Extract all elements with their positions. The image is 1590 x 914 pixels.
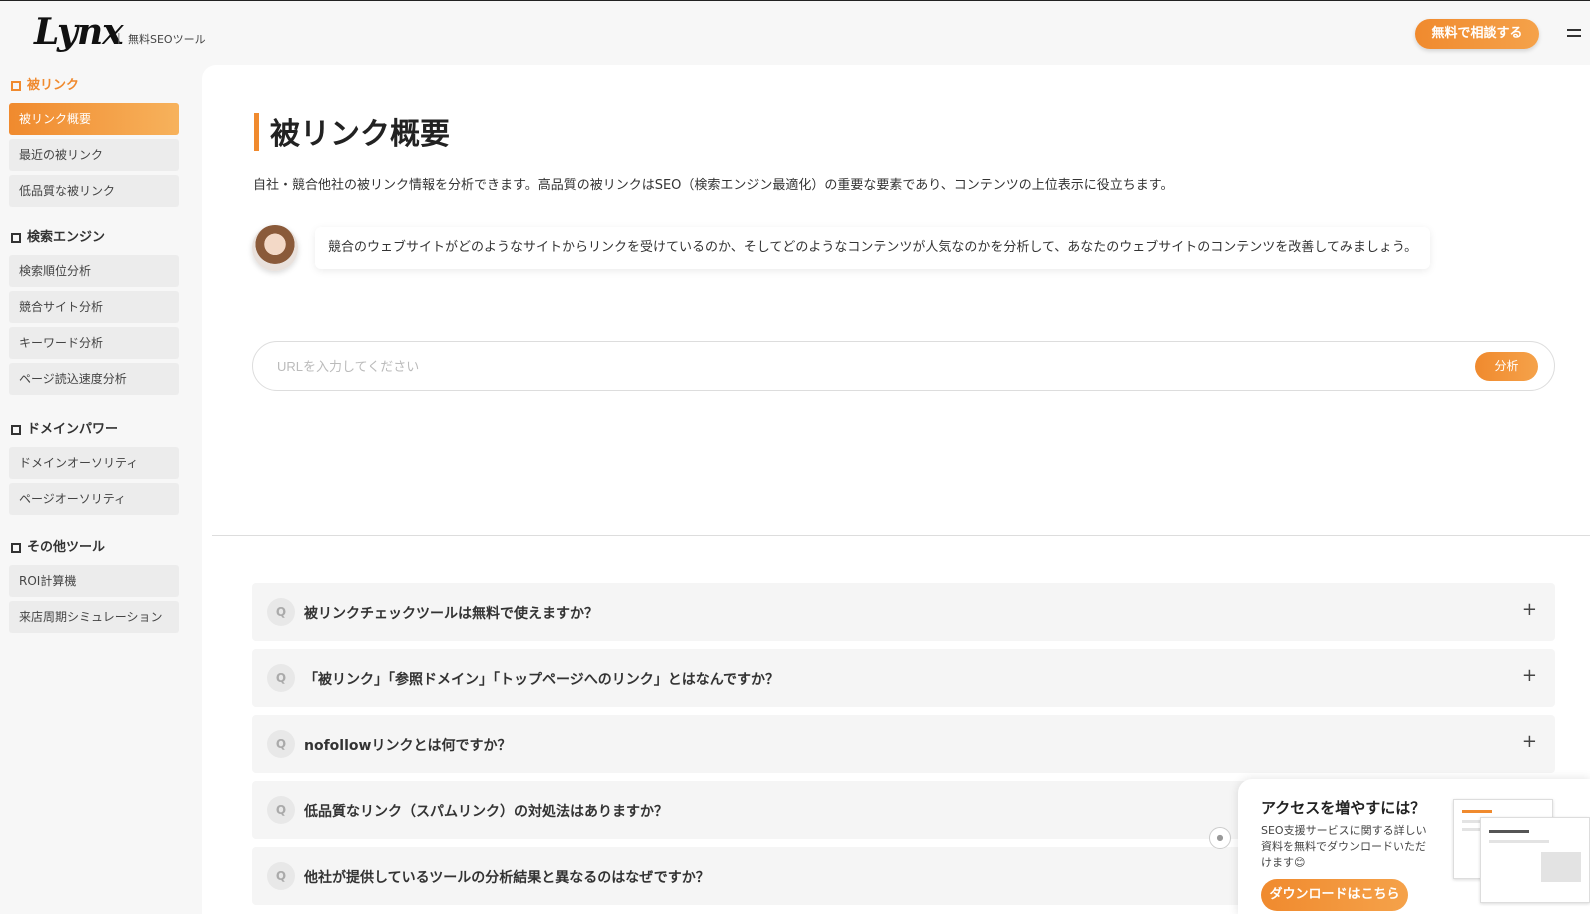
sidebar-section-title: その他ツール — [27, 540, 106, 555]
sidebar-item-backlink-overview[interactable]: 被リンク概要 — [9, 103, 179, 135]
sidebar-section-title: 被リンク — [27, 78, 80, 93]
sidebar-item-page-speed[interactable]: ページ読込速度分析 — [9, 363, 179, 395]
sidebar-item-competitor-analysis[interactable]: 競合サイト分析 — [9, 291, 179, 323]
analyze-button[interactable]: 分析 — [1475, 352, 1538, 381]
faq-item[interactable]: Q nofollowリンクとは何ですか？ + — [252, 715, 1555, 773]
sidebar-section-backlinks: 被リンク — [11, 75, 179, 97]
lynx-logo[interactable]: Lynx — [34, 11, 124, 53]
logo-separator: | — [117, 31, 121, 44]
assistant-speech-bubble: 競合のウェブサイトがどのようなサイトからリンクを受けているのか、そしてどのような… — [315, 227, 1431, 269]
square-icon — [11, 81, 21, 91]
free-consultation-button[interactable]: 無料で相談する — [1415, 19, 1539, 49]
url-input[interactable] — [277, 356, 1457, 376]
q-badge: Q — [267, 796, 295, 824]
page-title: 被リンク概要 — [270, 117, 450, 152]
page-description: 自社・競合他社の被リンク情報を分析できます。高品質の被リンクはSEO（検索エンジ… — [253, 178, 1174, 193]
document-thumbnail-image — [1480, 817, 1590, 903]
hamburger-menu-icon[interactable] — [1567, 29, 1581, 39]
sidebar-section-domain-power: ドメインパワー — [11, 419, 179, 441]
q-badge: Q — [267, 862, 295, 890]
scroll-indicator-icon[interactable]: ● — [1209, 827, 1231, 849]
sidebar-item-domain-authority[interactable]: ドメインオーソリティ — [9, 447, 179, 479]
faq-item[interactable]: Q 「被リンク」「参照ドメイン」「トップページへのリンク」とはなんですか？ + — [252, 649, 1555, 707]
sidebar-section-search-engine: 検索エンジン — [11, 227, 179, 249]
sidebar-item-visit-cycle-simulation[interactable]: 来店周期シミュレーション — [9, 601, 179, 633]
sidebar-item-roi-calculator[interactable]: ROI計算機 — [9, 565, 179, 597]
faq-question: nofollowリンクとは何ですか？ — [304, 738, 512, 754]
q-badge: Q — [267, 730, 295, 758]
site-header: Lynx | 無料SEOツール 無料で相談する — [0, 1, 1590, 65]
plus-icon[interactable]: + — [1522, 731, 1537, 752]
faq-item[interactable]: Q 被リンクチェックツールは無料で使えますか？ + — [252, 583, 1555, 641]
sidebar-item-rank-analysis[interactable]: 検索順位分析 — [9, 255, 179, 287]
sidebar-nav: 被リンク 被リンク概要 最近の被リンク 低品質な被リンク 検索エンジン 検索順位… — [9, 75, 179, 633]
sidebar-item-recent-backlinks[interactable]: 最近の被リンク — [9, 139, 179, 171]
sidebar-item-keyword-analysis[interactable]: キーワード分析 — [9, 327, 179, 359]
logo-subtitle: 無料SEOツール — [128, 33, 206, 46]
square-icon — [11, 425, 21, 435]
faq-question: 被リンクチェックツールは無料で使えますか？ — [304, 606, 598, 622]
plus-icon[interactable]: + — [1522, 665, 1537, 686]
download-button[interactable]: ダウンロードはこちら — [1261, 879, 1408, 911]
sidebar-item-page-authority[interactable]: ページオーソリティ — [9, 483, 179, 515]
square-icon — [11, 233, 21, 243]
download-popup: アクセスを増やすには？ SEO支援サービスに関する詳しい資料を無料でダウンロード… — [1238, 779, 1590, 914]
popup-title: アクセスを増やすには？ — [1261, 799, 1426, 817]
faq-question: 低品質なリンク（スパムリンク）の対処法はありますか？ — [304, 804, 668, 820]
q-badge: Q — [267, 664, 295, 692]
sidebar-item-low-quality-backlinks[interactable]: 低品質な被リンク — [9, 175, 179, 207]
sidebar-section-title: 検索エンジン — [27, 230, 106, 245]
q-badge: Q — [267, 598, 295, 626]
url-search-bar: 分析 — [252, 341, 1555, 391]
assistant-avatar — [252, 225, 298, 271]
plus-icon[interactable]: + — [1522, 599, 1537, 620]
sidebar-section-title: ドメインパワー — [27, 422, 119, 437]
sidebar-section-other-tools: その他ツール — [11, 537, 179, 559]
section-divider — [212, 535, 1590, 536]
title-accent-bar — [254, 113, 259, 151]
faq-question: 「被リンク」「参照ドメイン」「トップページへのリンク」とはなんですか？ — [304, 672, 780, 688]
square-icon — [11, 543, 21, 553]
faq-question: 他社が提供しているツールの分析結果と異なるのはなぜですか？ — [304, 870, 710, 886]
popup-text: SEO支援サービスに関する詳しい資料を無料でダウンロードいただけます😊 — [1261, 824, 1427, 869]
